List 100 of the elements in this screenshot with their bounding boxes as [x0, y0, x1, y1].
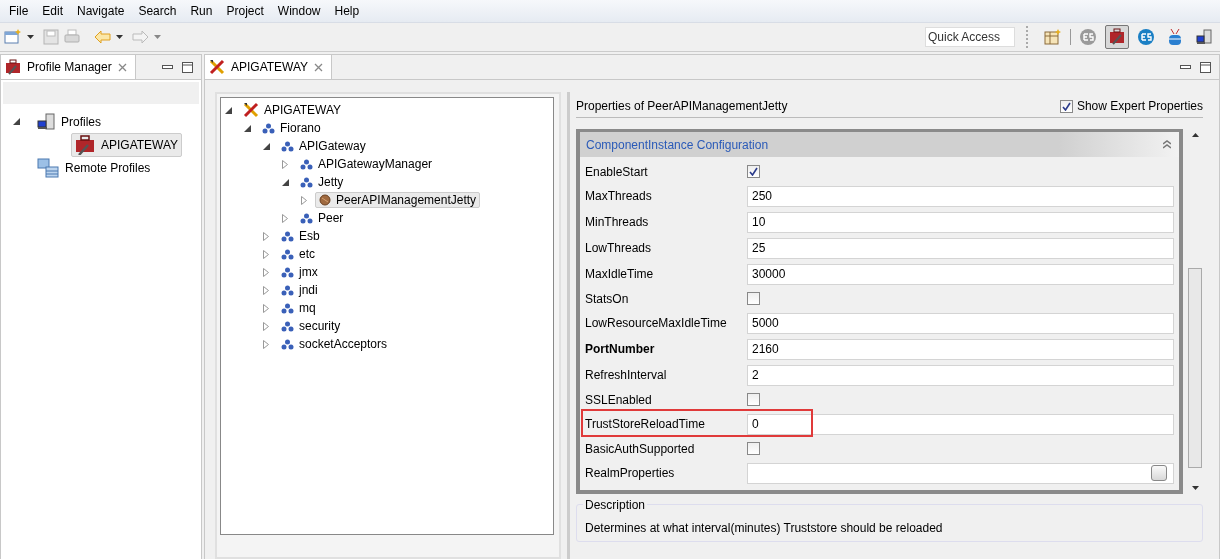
- checkbox-label[interactable]: Show Expert Properties: [1076, 99, 1203, 113]
- package-icon: [281, 266, 294, 278]
- collapsed-arrow-icon[interactable]: [263, 249, 269, 259]
- property-label: MinThreads: [585, 215, 650, 229]
- quick-access-field[interactable]: Quick Access: [925, 27, 1015, 47]
- property-label: RealmProperties: [585, 466, 676, 480]
- menu-item[interactable]: Edit: [35, 4, 71, 18]
- property-label: SSLEnabled: [585, 392, 653, 407]
- property-field[interactable]: 2: [747, 364, 1174, 386]
- bean-icon: [319, 194, 331, 206]
- tree-item[interactable]: Esb: [277, 228, 324, 244]
- tree-item[interactable]: jndi: [277, 282, 322, 298]
- expanded-arrow-icon[interactable]: [263, 142, 270, 150]
- tree-item[interactable]: APIGatewayManager: [296, 156, 437, 172]
- property-field[interactable]: 250: [747, 185, 1174, 207]
- expanded-arrow-icon[interactable]: [225, 106, 232, 114]
- property-field[interactable]: [747, 462, 1174, 484]
- property-label: StatsOn: [585, 291, 630, 306]
- database-icon: [1168, 28, 1182, 46]
- menu-item[interactable]: Navigate: [70, 4, 132, 18]
- property-field[interactable]: 10: [747, 211, 1174, 233]
- scroll-down-icon[interactable]: [1191, 486, 1199, 490]
- tree-item[interactable]: jmx: [277, 264, 322, 280]
- property-field[interactable]: 2160: [747, 338, 1174, 360]
- maximize-icon[interactable]: [182, 61, 193, 73]
- tree-item[interactable]: security: [277, 318, 345, 334]
- minimize-icon[interactable]: [1180, 65, 1191, 69]
- new-window-icon[interactable]: [4, 29, 22, 45]
- package-icon: [281, 248, 294, 260]
- property-field[interactable]: 30000: [747, 263, 1174, 285]
- package-icon: [262, 122, 275, 134]
- window-plus-icon: [1044, 29, 1062, 45]
- expanded-arrow-icon[interactable]: [13, 118, 20, 125]
- maximize-icon[interactable]: [1200, 61, 1211, 73]
- scrollbar-thumb[interactable]: [1188, 267, 1202, 468]
- collapsed-arrow-icon[interactable]: [263, 231, 269, 241]
- caret-icon[interactable]: [27, 35, 34, 39]
- property-field[interactable]: 25: [747, 237, 1174, 259]
- browse-button[interactable]: [1151, 465, 1167, 481]
- editor-tab[interactable]: APIGATEWAY: [205, 55, 333, 79]
- scroll-up-icon[interactable]: [1191, 133, 1199, 137]
- caret-icon[interactable]: [116, 35, 123, 39]
- expert-checkbox[interactable]: [1059, 99, 1073, 113]
- package-icon: [300, 212, 313, 224]
- close-icon[interactable]: [117, 62, 127, 72]
- tools-icon: [243, 102, 259, 118]
- menu-item[interactable]: File: [2, 4, 36, 18]
- menu-item[interactable]: Help: [327, 4, 367, 18]
- menu-item[interactable]: Search: [131, 4, 184, 18]
- tree-item[interactable]: Peer: [296, 210, 348, 226]
- property-field[interactable]: 5000: [747, 312, 1174, 334]
- collapsed-arrow-icon[interactable]: [282, 213, 288, 223]
- tree-item[interactable]: socketAcceptors: [277, 336, 392, 352]
- package-icon: [300, 158, 313, 170]
- collapsed-arrow-icon[interactable]: [263, 303, 269, 313]
- menu-item[interactable]: Project: [219, 4, 271, 18]
- property-label: TrustStoreReloadTime: [585, 417, 706, 431]
- collapsed-arrow-icon[interactable]: [263, 339, 269, 349]
- property-checkbox[interactable]: [747, 393, 760, 406]
- close-icon[interactable]: [314, 62, 324, 72]
- tree-item[interactable]: Profiles: [33, 110, 105, 133]
- property-checkbox[interactable]: [747, 165, 760, 178]
- property-checkbox[interactable]: [747, 442, 760, 455]
- package-icon: [281, 140, 294, 152]
- property-label: EnableStart: [585, 164, 649, 179]
- tree-item[interactable]: Jetty: [296, 174, 348, 190]
- tree-item[interactable]: etc: [277, 246, 319, 262]
- tree-item[interactable]: APIGATEWAY: [239, 101, 346, 119]
- circle-badge-icon: [1137, 28, 1155, 46]
- property-label: PortNumber: [585, 342, 656, 356]
- package-icon: [281, 230, 294, 242]
- collapsed-arrow-icon[interactable]: [263, 285, 269, 295]
- minimize-icon[interactable]: [162, 65, 173, 69]
- computer-icon: [37, 112, 55, 131]
- expanded-arrow-icon[interactable]: [244, 124, 251, 132]
- tree-item[interactable]: Remote Profiles: [33, 155, 155, 180]
- collapse-icon[interactable]: [1163, 140, 1171, 149]
- property-label: MaxIdleTime: [585, 267, 655, 281]
- collapsed-arrow-icon[interactable]: [282, 159, 288, 169]
- windows-icon: [37, 157, 59, 178]
- menu-item[interactable]: Window: [270, 4, 328, 18]
- property-checkbox[interactable]: [747, 292, 760, 305]
- collapsed-arrow-icon[interactable]: [263, 267, 269, 277]
- perspective-button[interactable]: [1105, 25, 1129, 49]
- circle-badge-icon: [1079, 28, 1097, 46]
- toolbox-icon: [1108, 28, 1126, 46]
- expanded-arrow-icon[interactable]: [282, 178, 289, 186]
- collapsed-arrow-icon[interactable]: [301, 195, 307, 205]
- print-icon[interactable]: [64, 29, 80, 45]
- tree-item[interactable]: mq: [277, 300, 320, 316]
- menu-item[interactable]: Run: [183, 4, 220, 18]
- view-tab[interactable]: Profile Manager: [1, 55, 136, 79]
- tree-item[interactable]: Fiorano: [258, 120, 325, 136]
- tree-item[interactable]: APIGateway: [277, 138, 370, 154]
- property-label: RefreshInterval: [585, 368, 668, 382]
- tree-item[interactable]: PeerAPIManagementJetty: [315, 192, 481, 208]
- back-arrow-icon[interactable]: [94, 30, 111, 44]
- collapsed-arrow-icon[interactable]: [263, 321, 269, 331]
- property-field[interactable]: 0: [747, 413, 1174, 435]
- tree-item[interactable]: APIGATEWAY: [71, 132, 183, 157]
